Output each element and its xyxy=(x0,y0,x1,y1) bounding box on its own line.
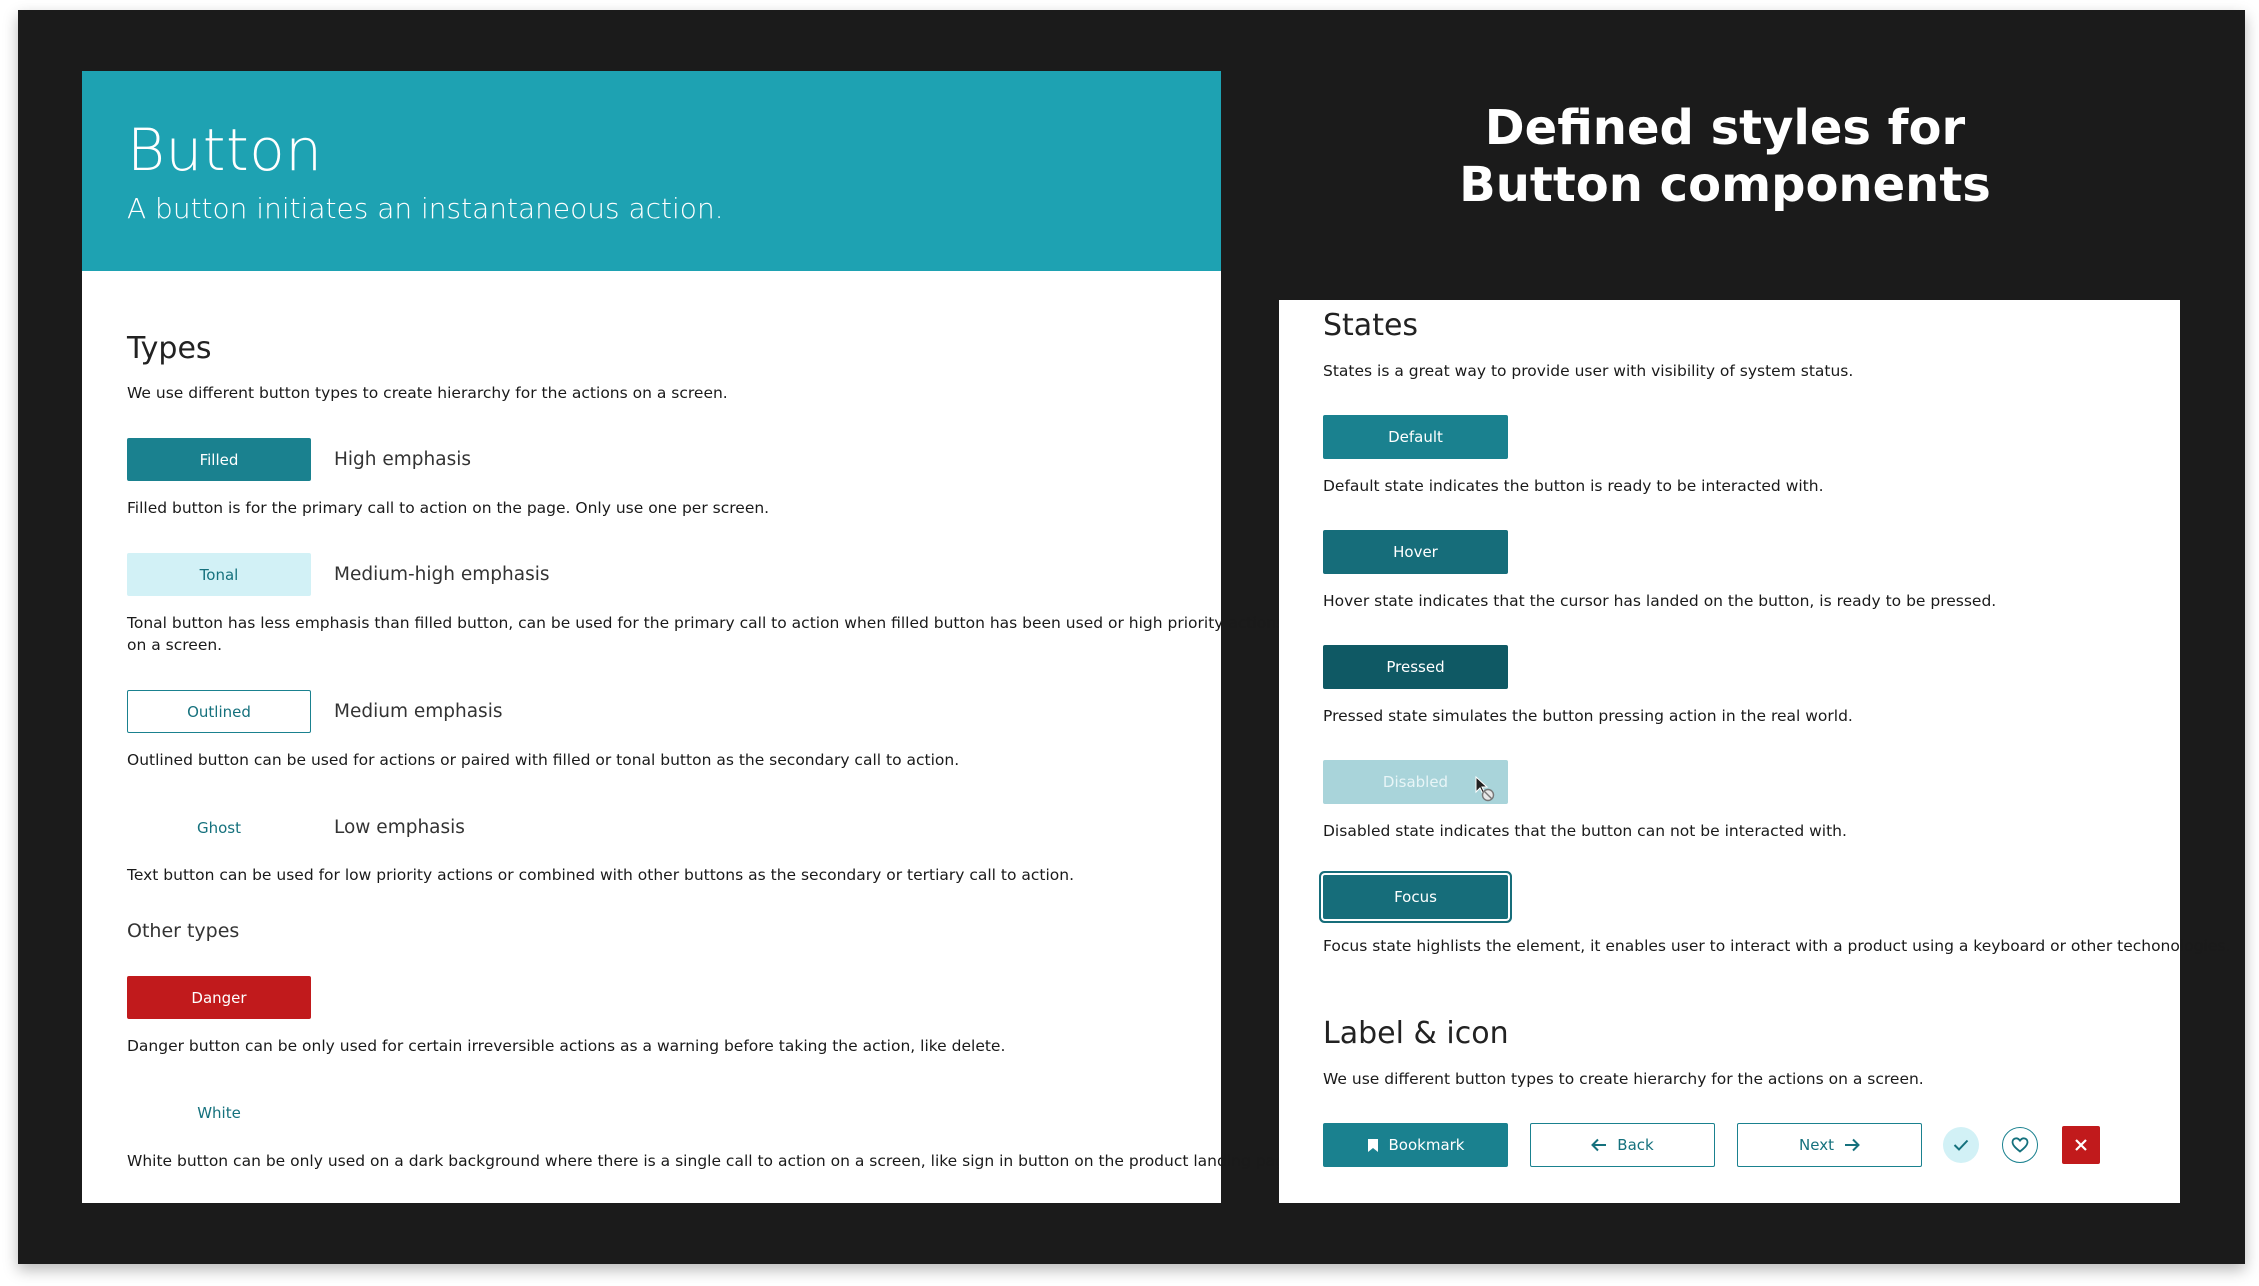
bookmark-button[interactable]: Bookmark xyxy=(1323,1123,1508,1167)
disabled-state-label: Disabled xyxy=(1382,773,1449,791)
focus-state-button[interactable]: Focus xyxy=(1323,875,1508,919)
filled-desc: Filled button is for the primary call to… xyxy=(127,499,770,517)
heart-icon-button[interactable] xyxy=(2002,1127,2038,1163)
next-button[interactable]: Next xyxy=(1737,1123,1922,1167)
page-title: Button xyxy=(127,116,323,184)
pressed-state-button[interactable]: Pressed xyxy=(1323,645,1508,689)
hover-state-desc: Hover state indicates that the cursor ha… xyxy=(1323,592,1997,610)
back-label: Back xyxy=(1617,1136,1654,1154)
default-state-button[interactable]: Default xyxy=(1323,415,1508,459)
hero-banner: Button A button initiates an instantaneo… xyxy=(82,71,1221,271)
hover-state-button[interactable]: Hover xyxy=(1323,530,1508,574)
filled-button[interactable]: Filled xyxy=(127,438,311,481)
types-intro: We use different button types to create … xyxy=(127,384,728,402)
states-intro: States is a great way to provide user wi… xyxy=(1323,362,1854,380)
ghost-emphasis: Low emphasis xyxy=(334,817,465,838)
tonal-desc-line2: on a screen. xyxy=(127,636,223,654)
filled-emphasis: High emphasis xyxy=(334,449,472,470)
pressed-state-desc: Pressed state simulates the button press… xyxy=(1323,707,1853,725)
check-icon xyxy=(1953,1139,1969,1151)
label-icon-intro: We use different button types to create … xyxy=(1323,1070,1924,1088)
outlined-button[interactable]: Outlined xyxy=(127,690,311,733)
types-heading: Types xyxy=(127,331,212,366)
heart-icon xyxy=(2011,1137,2029,1153)
close-icon-button[interactable] xyxy=(2062,1126,2100,1164)
ghost-desc: Text button can be used for low priority… xyxy=(127,866,1075,884)
danger-button[interactable]: Danger xyxy=(127,976,311,1019)
ghost-button[interactable]: Ghost xyxy=(127,806,311,849)
disabled-state-desc: Disabled state indicates that the button… xyxy=(1323,822,1847,840)
section-heading-line2: Button components xyxy=(1459,157,1991,213)
tonal-button[interactable]: Tonal xyxy=(127,553,311,596)
arrow-left-icon xyxy=(1591,1138,1607,1152)
danger-desc: Danger button can be only used for certa… xyxy=(127,1037,1006,1055)
tonal-emphasis: Medium-high emphasis xyxy=(334,564,550,585)
next-label: Next xyxy=(1799,1136,1834,1154)
default-state-desc: Default state indicates the button is re… xyxy=(1323,477,1824,495)
cursor-not-allowed-icon xyxy=(1474,775,1496,806)
page-subtitle: A button initiates an instantaneous acti… xyxy=(127,192,724,225)
outlined-emphasis: Medium emphasis xyxy=(334,701,503,722)
bookmark-icon xyxy=(1367,1138,1379,1153)
states-heading: States xyxy=(1323,308,1419,343)
other-types-heading: Other types xyxy=(127,920,240,942)
back-button[interactable]: Back xyxy=(1530,1123,1715,1167)
tonal-desc-line1: Tonal button has less emphasis than fill… xyxy=(127,614,1285,632)
focus-state-desc: Focus state highlists the element, it en… xyxy=(1323,937,2231,955)
outlined-desc: Outlined button can be used for actions … xyxy=(127,751,960,769)
white-button[interactable]: White xyxy=(127,1091,311,1134)
white-desc: White button can be only used on a dark … xyxy=(127,1152,1300,1170)
section-heading: Defined styles for Button components xyxy=(1330,100,2120,214)
close-icon xyxy=(2075,1139,2087,1151)
section-heading-line1: Defined styles for xyxy=(1484,100,1966,156)
label-icon-heading: Label & icon xyxy=(1323,1016,1509,1051)
arrow-right-icon xyxy=(1844,1138,1860,1152)
check-icon-button[interactable] xyxy=(1943,1127,1979,1163)
bookmark-label: Bookmark xyxy=(1388,1136,1465,1154)
